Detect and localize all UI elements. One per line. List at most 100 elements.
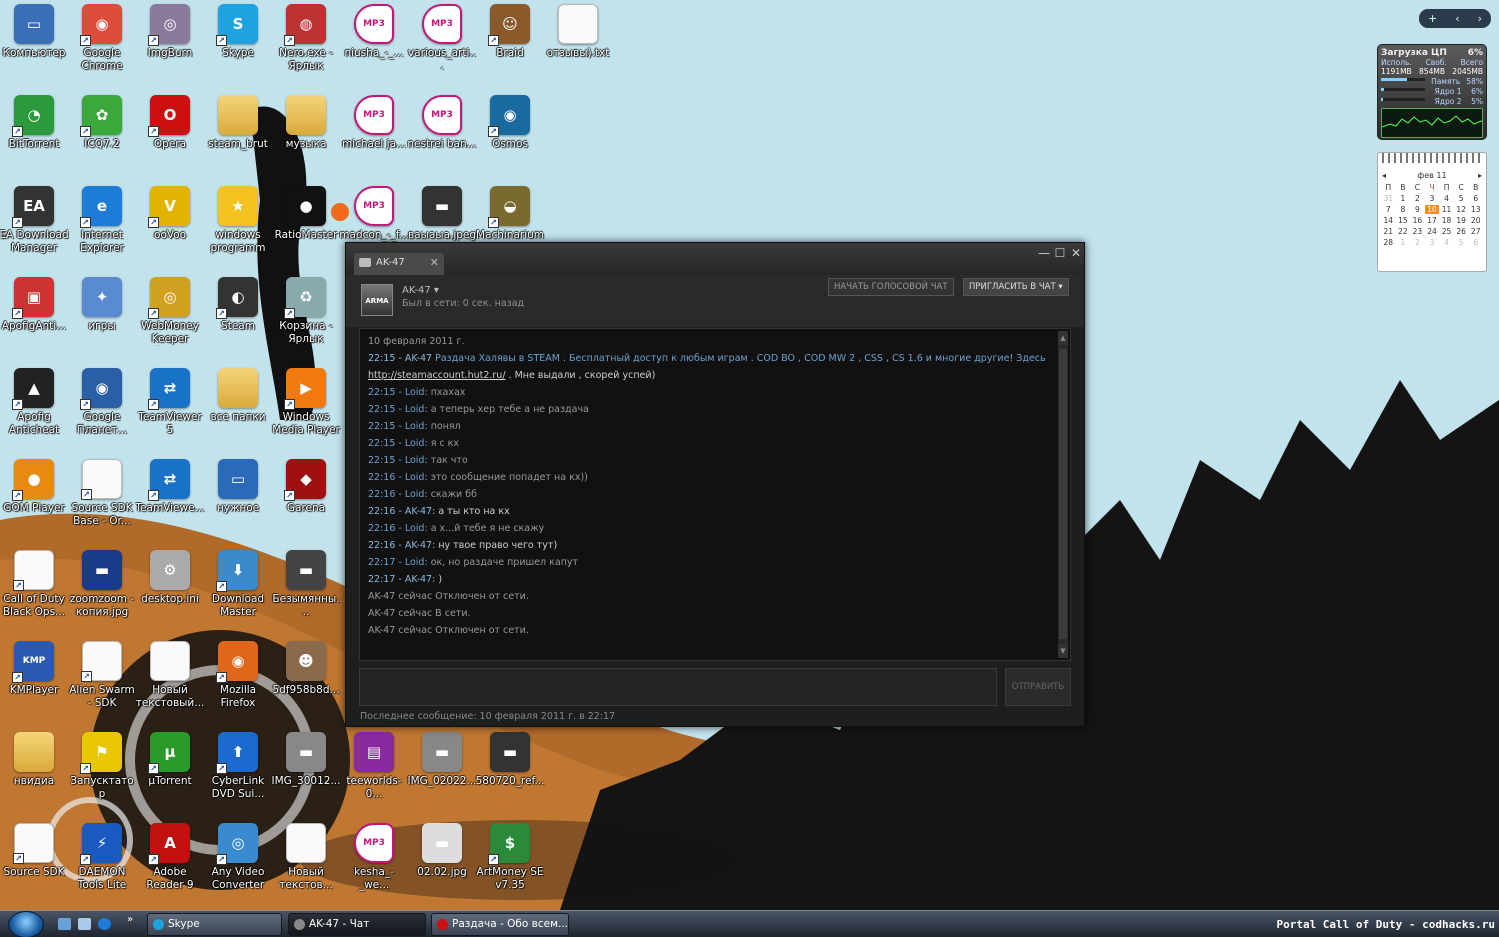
calendar-day[interactable]: 17	[1425, 216, 1440, 225]
calendar-day[interactable]: 4	[1439, 238, 1454, 247]
friend-name-dropdown[interactable]: AK-47 ▾	[402, 285, 439, 296]
chevron-left-icon[interactable]: ◂	[1382, 171, 1386, 180]
desktop-icon[interactable]: ▭ Компьютер	[0, 4, 69, 73]
desktop-icon[interactable]: ☻ 5df958b8d...	[271, 641, 341, 710]
send-button[interactable]: ОТПРАВИТЬ	[1005, 668, 1071, 706]
calendar-day[interactable]: 2	[1410, 194, 1425, 203]
desktop-icon[interactable]: ↗ Alien Swarm - SDK	[67, 641, 137, 710]
desktop-icon[interactable]: все папки	[203, 368, 273, 437]
add-gadget-icon[interactable]: +	[1428, 12, 1437, 25]
minimize-icon[interactable]: —	[1036, 246, 1052, 260]
desktop-icon[interactable]: EA ↗ EA Download Manager	[0, 186, 69, 255]
desktop-icon[interactable]: ◐ ↗ Steam	[203, 277, 273, 346]
calendar-day[interactable]: 26	[1454, 227, 1469, 236]
chevron-left-icon[interactable]: ‹	[1455, 12, 1459, 25]
desktop-icon[interactable]: ◉ ↗ Mozilla Firefox	[203, 641, 273, 710]
desktop-icon[interactable]: ⬆ ↗ CyberLink DVD Sui...	[203, 732, 273, 801]
calendar-day[interactable]: 7	[1381, 205, 1396, 214]
desktop-icon[interactable]: ⚡ ↗ DAEMON Tools Lite	[67, 823, 137, 892]
calendar-day[interactable]: 1	[1396, 238, 1411, 247]
scroll-down-icon[interactable]: ▼	[1058, 644, 1068, 658]
desktop-icon[interactable]: ✿ ↗ ICQ7.2	[67, 95, 137, 164]
calendar-day[interactable]: 23	[1410, 227, 1425, 236]
desktop-icon[interactable]: MP3 michael ja...	[339, 95, 409, 164]
calendar-day[interactable]: 4	[1439, 194, 1454, 203]
desktop-icon[interactable]: ▬ 02.02.jpg	[407, 823, 477, 892]
calendar-day[interactable]: 22	[1396, 227, 1411, 236]
calendar-day[interactable]: 31	[1381, 194, 1396, 203]
calendar-day[interactable]: 24	[1425, 227, 1440, 236]
desktop-icon[interactable]: MP3 nestrei ban...	[407, 95, 477, 164]
desktop-icon[interactable]: ⚙ desktop.ini	[135, 550, 205, 619]
desktop-icon[interactable]: ▬ Безымянны...	[271, 550, 341, 619]
desktop-icon[interactable]: ▣ ↗ ApofigAnti...	[0, 277, 69, 346]
desktop-icon[interactable]: V ↗ ooVoo	[135, 186, 205, 255]
desktop-icon[interactable]: ↗ Call of Duty Black Ops...	[0, 550, 69, 619]
desktop-icon[interactable]: ⚑ ↗ Запусктатор	[67, 732, 137, 801]
desktop-icon[interactable]: ▶ ↗ Windows Media Player	[271, 368, 341, 437]
desktop-icon[interactable]: Новый текстовый...	[135, 641, 205, 710]
desktop-icon[interactable]: ♻ ↗ Корзина - Ярлык	[271, 277, 341, 346]
calendar-day[interactable]: 19	[1454, 216, 1469, 225]
maximize-icon[interactable]: ☐	[1052, 246, 1068, 260]
avatar[interactable]: ARMA	[361, 284, 393, 316]
desktop-icon[interactable]: ▭ нужное	[203, 459, 273, 528]
desktop-icon[interactable]: ◎ ↗ ImgBurn	[135, 4, 205, 73]
desktop-icon[interactable]: ▬ zoomzoom - копия.jpg	[67, 550, 137, 619]
desktop-icon[interactable]: ★ windows programm	[203, 186, 273, 255]
calendar-day[interactable]: 20	[1468, 216, 1483, 225]
calendar-day[interactable]: 5	[1454, 238, 1469, 247]
calendar-gadget[interactable]: ◂ фев 11 ▸ П В С Ч П С В 31 1 2 3 4 5 6 7 8 9 10 11 12 13 14 1…	[1377, 152, 1487, 272]
desktop-icon[interactable]: MP3 niusha_-_...	[339, 4, 409, 73]
desktop-icon[interactable]: e ↗ Internet Explorer	[67, 186, 137, 255]
desktop-icon[interactable]: ⬇ ↗ Download Master	[203, 550, 273, 619]
calendar-day[interactable]: 5	[1454, 194, 1469, 203]
desktop-icon[interactable]: ◍ ↗ Nero.exe - Ярлык	[271, 4, 341, 73]
desktop-icon[interactable]: ◎↗WebMoney Keeper Clas...	[135, 277, 205, 346]
desktop-icon[interactable]: ↗ Source SDK Base - Or...	[67, 459, 137, 528]
desktop-icon[interactable]: ⇄ ↗ TeamViewe...	[135, 459, 205, 528]
scroll-thumb[interactable]	[1059, 349, 1067, 639]
desktop-icon[interactable]: ● ↗ GOM Player	[0, 459, 69, 528]
desktop-icon[interactable]: ◉ ↗ Osmos	[475, 95, 545, 164]
desktop-icon[interactable]: O ↗ Opera	[135, 95, 205, 164]
gadget-controls[interactable]: + ‹ ›	[1419, 9, 1491, 28]
desktop-icon[interactable]: отзывы).txt	[543, 4, 613, 73]
desktop-icon[interactable]: A ↗ Adobe Reader 9	[135, 823, 205, 892]
switch-windows-icon[interactable]	[78, 918, 91, 930]
desktop-icon[interactable]: $ ↗ ArtMoney SE v7.35	[475, 823, 545, 892]
calendar-day[interactable]: 12	[1454, 205, 1469, 214]
steam-chat-window[interactable]: AK-47 ✕ — ☐ ✕ ARMA AK-47 ▾ Был в сети: 0…	[345, 242, 1085, 727]
desktop-icon[interactable]: ▬ IMG_02022...	[407, 732, 477, 801]
calendar-day[interactable]: 13	[1468, 205, 1483, 214]
calendar-day[interactable]: 6	[1468, 194, 1483, 203]
desktop-icon[interactable]: µ ↗ µTorrent	[135, 732, 205, 801]
desktop-icon[interactable]: Новый текстов...	[271, 823, 341, 892]
chat-titlebar[interactable]: AK-47 ✕ — ☐ ✕	[346, 243, 1084, 275]
desktop-icon[interactable]: ◆ ↗ Garena	[271, 459, 341, 528]
desktop-icon[interactable]: ▬ 580720_ref...	[475, 732, 545, 801]
tab-close-icon[interactable]: ✕	[430, 256, 439, 269]
calendar-day[interactable]: 3	[1425, 238, 1440, 247]
invite-to-chat-button[interactable]: ПРИГЛАСИТЬ В ЧАТ ▾	[963, 278, 1069, 296]
calendar-day[interactable]: 6	[1468, 238, 1483, 247]
desktop-icon[interactable]: нвидиа	[0, 732, 69, 801]
desktop-icon[interactable]: музыка	[271, 95, 341, 164]
start-button[interactable]	[8, 911, 44, 937]
desktop-icon[interactable]: ◉ ↗ Google Chrome	[67, 4, 137, 73]
close-icon[interactable]: ✕	[1068, 246, 1084, 260]
desktop-icon[interactable]: ☺ ↗ Braid	[475, 4, 545, 73]
message-link[interactable]: http://steamaccount.hut2.ru/	[368, 370, 506, 381]
scroll-up-icon[interactable]: ▲	[1058, 331, 1068, 345]
chevron-right-icon[interactable]: ›	[1478, 12, 1482, 25]
cpu-meter-gadget[interactable]: Загрузка ЦП 6% Исполь. Своб. Всего 1191MB…	[1377, 44, 1487, 140]
calendar-day[interactable]: 14	[1381, 216, 1396, 225]
calendar-day[interactable]: 16	[1410, 216, 1425, 225]
calendar-day[interactable]: 9	[1410, 205, 1425, 214]
message-input[interactable]	[359, 668, 997, 706]
calendar-day[interactable]: 8	[1396, 205, 1411, 214]
calendar-day[interactable]: 28	[1381, 238, 1396, 247]
chevron-right-icon[interactable]: ▸	[1478, 171, 1482, 180]
desktop-icon[interactable]: ✦ игры	[67, 277, 137, 346]
calendar-day[interactable]: 15	[1396, 216, 1411, 225]
